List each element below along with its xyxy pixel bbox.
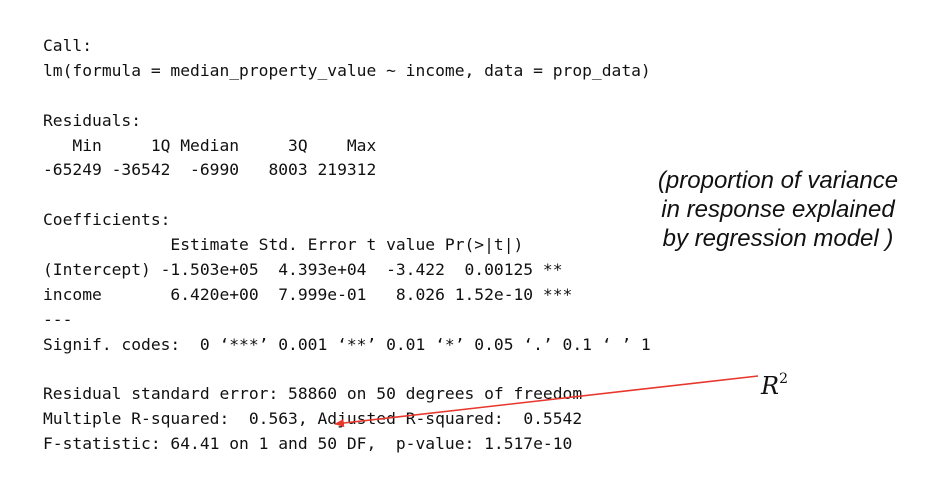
arrow-line: [334, 375, 759, 427]
r-squared-arrow: [334, 375, 759, 427]
